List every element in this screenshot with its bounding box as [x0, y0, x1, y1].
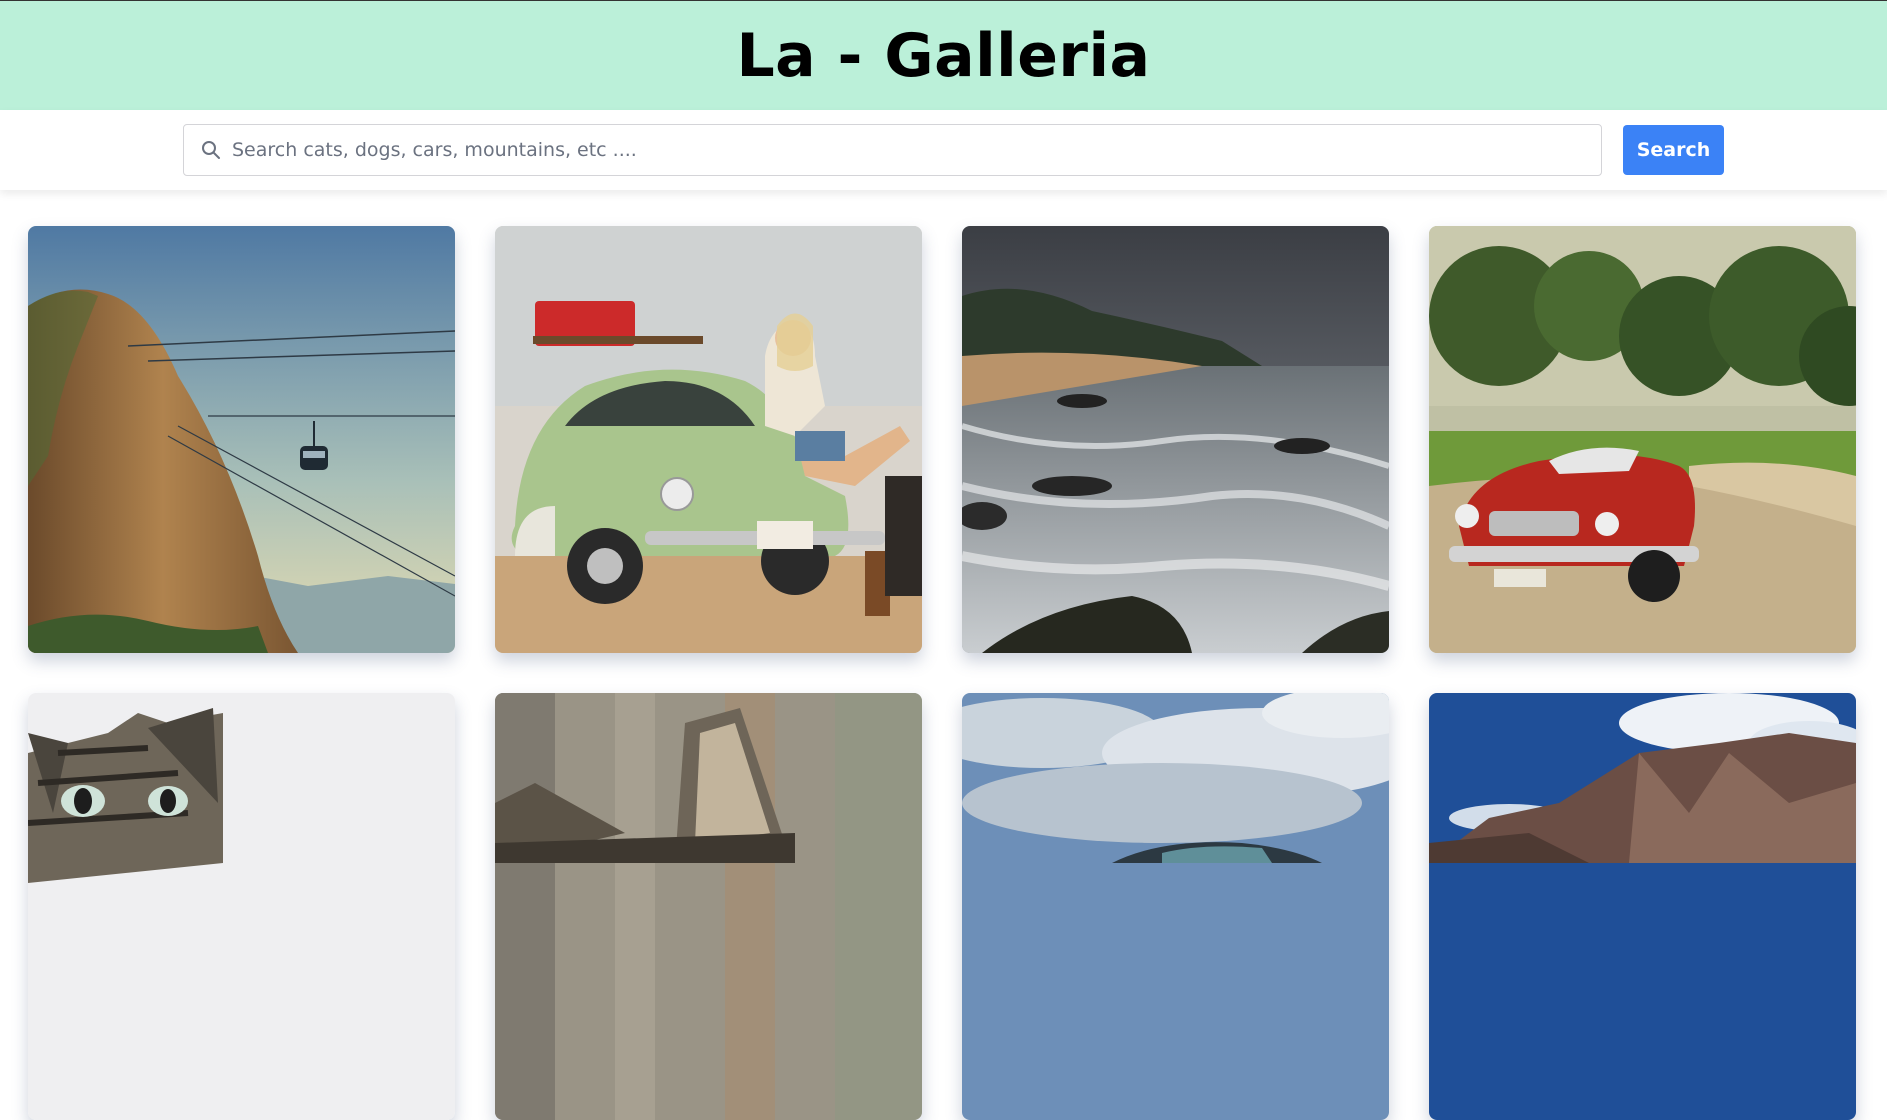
search-box[interactable]	[183, 124, 1602, 176]
app-header: La - Galleria	[0, 0, 1887, 110]
gallery-image-cat-ear[interactable]	[495, 693, 922, 1120]
image-gallery	[28, 226, 1856, 1120]
gallery-image-red-convertible[interactable]	[1429, 226, 1856, 653]
gallery-image-mountains[interactable]	[1429, 693, 1856, 1120]
gallery-image-tabby-cat[interactable]	[28, 693, 455, 1120]
search-icon	[200, 139, 222, 161]
gallery-image-rocky-beach[interactable]	[962, 226, 1389, 653]
gallery-image-sugarloaf[interactable]	[28, 226, 455, 653]
page-title: La - Galleria	[736, 20, 1151, 91]
search-button[interactable]: Search	[1623, 125, 1724, 175]
search-input[interactable]	[232, 139, 1592, 161]
gallery-image-vw-beetle[interactable]	[495, 226, 922, 653]
gallery-image-cloudy-car[interactable]	[962, 693, 1389, 1120]
search-bar: Search	[0, 110, 1887, 190]
